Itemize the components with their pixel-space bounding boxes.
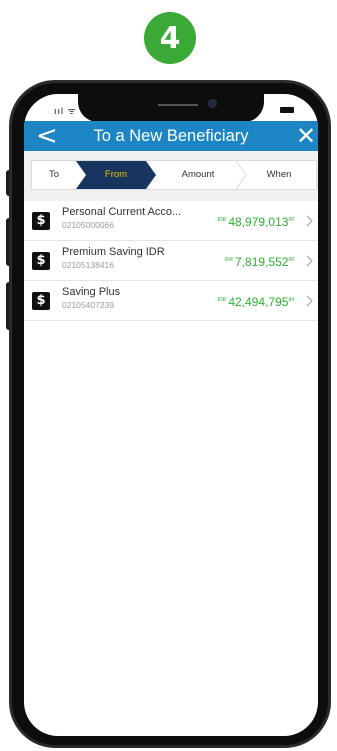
step-number-badge: 4 bbox=[144, 12, 196, 64]
account-balance: IDR 48,979,01300 bbox=[218, 213, 294, 231]
transfer-stepper: To From Amount When bbox=[31, 160, 317, 190]
balance-amount: 42,494,795 bbox=[228, 295, 289, 309]
app-header: < To a New Beneficiary ✕ bbox=[24, 121, 318, 151]
bank-logo-icon: $ bbox=[32, 292, 50, 310]
step-from[interactable]: From bbox=[76, 161, 156, 189]
account-row[interactable]: $ Premium Saving IDR 02105138416 IDR 7,81… bbox=[24, 241, 318, 281]
bank-logo-icon: $ bbox=[32, 212, 50, 230]
balance-amount: 48,979,013 bbox=[228, 215, 289, 229]
account-row[interactable]: $ Saving Plus 02105407239 IDR 42,494,7959… bbox=[24, 281, 318, 321]
chevron-right-icon bbox=[306, 295, 313, 307]
step-when[interactable]: When bbox=[240, 161, 318, 189]
phone-notch bbox=[78, 94, 264, 122]
close-icon[interactable]: ✕ bbox=[296, 121, 316, 151]
step-amount[interactable]: Amount bbox=[156, 161, 240, 189]
account-row[interactable]: $ Personal Current Acco... 02105000066 I… bbox=[24, 201, 318, 241]
balance-decimals: 94 bbox=[288, 297, 294, 303]
account-number: 02105000066 bbox=[62, 220, 115, 230]
account-balance: IDR 7,819,55200 bbox=[224, 253, 294, 271]
phone-screen: ııl ᯤ < To a New Beneficiary ✕ To From A… bbox=[24, 94, 318, 736]
chevron-right-icon bbox=[306, 215, 313, 227]
battery-icon bbox=[280, 107, 294, 113]
front-camera bbox=[208, 99, 217, 108]
bank-logo-icon: $ bbox=[32, 252, 50, 270]
account-list: $ Personal Current Acco... 02105000066 I… bbox=[24, 201, 318, 321]
balance-amount: 7,819,552 bbox=[235, 255, 289, 269]
stepper-container: To From Amount When bbox=[24, 151, 318, 201]
account-number: 02105138416 bbox=[62, 260, 115, 270]
step-to[interactable]: To bbox=[32, 161, 76, 189]
balance-currency: IDR bbox=[217, 217, 227, 223]
signal-wifi-icon: ııl ᯤ bbox=[54, 106, 77, 116]
balance-currency: IDR bbox=[224, 257, 234, 263]
account-number: 02105407239 bbox=[62, 300, 115, 310]
account-name: Saving Plus bbox=[62, 286, 121, 298]
account-name: Personal Current Acco... bbox=[62, 206, 182, 218]
page-title: To a New Beneficiary bbox=[93, 127, 249, 145]
balance-decimals: 00 bbox=[288, 257, 294, 263]
speaker-grille bbox=[158, 104, 198, 106]
balance-currency: IDR bbox=[217, 297, 227, 303]
balance-decimals: 00 bbox=[288, 217, 294, 223]
chevron-right-icon bbox=[306, 255, 313, 267]
account-balance: IDR 42,494,79594 bbox=[218, 293, 294, 311]
account-name: Premium Saving IDR bbox=[62, 246, 165, 258]
